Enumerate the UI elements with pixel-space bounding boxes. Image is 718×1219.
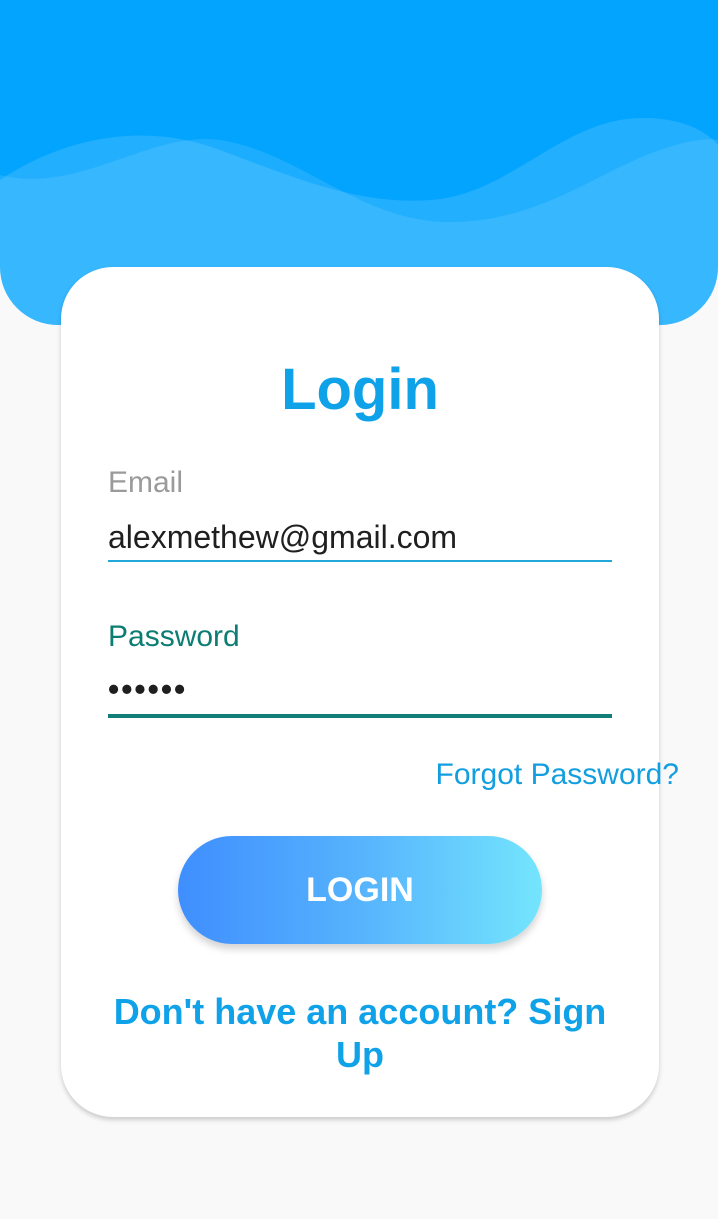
login-button[interactable]: LOGIN [178, 836, 542, 944]
email-label: Email [108, 466, 184, 499]
email-underline [108, 560, 612, 562]
password-field[interactable]: •••••• [108, 669, 612, 709]
email-field[interactable]: alexmethew@gmail.com [108, 517, 612, 557]
password-label: Password [108, 620, 240, 653]
login-card: Login Email alexmethew@gmail.com Passwor… [61, 267, 679, 1117]
password-underline [108, 714, 612, 718]
signup-link[interactable]: Don't have an account? Sign Up [101, 990, 619, 1076]
forgot-password-link[interactable]: Forgot Password? [436, 757, 679, 793]
page-title: Login [281, 357, 439, 422]
